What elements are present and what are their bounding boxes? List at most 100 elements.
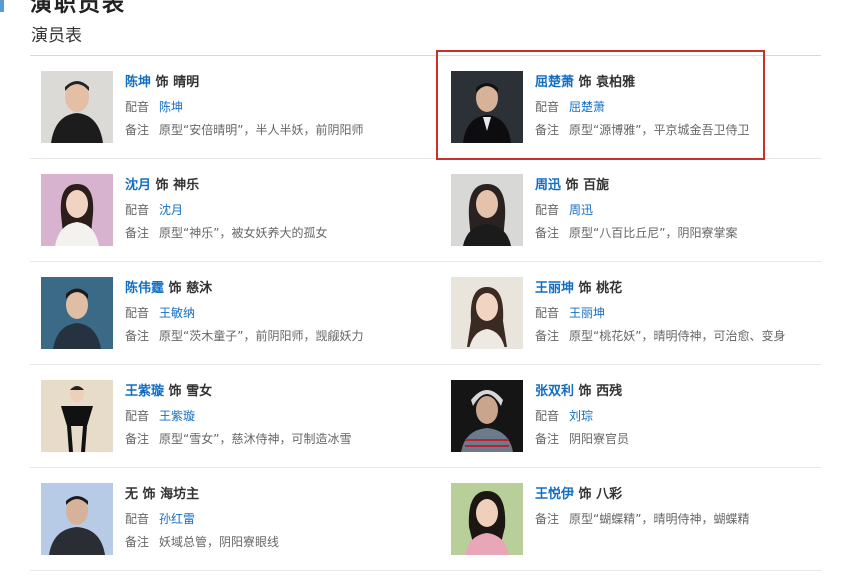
note-line: 备注 原型“茨木童子”，前阴阳师，觊觎妖力 xyxy=(125,327,425,345)
note-line: 备注 原型“神乐”，被女妖养大的孤女 xyxy=(125,224,425,242)
voice-actor-link[interactable]: 孙红雷 xyxy=(159,512,195,526)
actor-photo[interactable] xyxy=(451,483,523,555)
note-line: 备注 原型“蝴蝶精”，晴明侍神，蝴蝶精 xyxy=(535,510,835,528)
voice-line: 配音 刘琮 xyxy=(535,407,835,425)
voice-line: 配音 沈月 xyxy=(125,201,425,219)
note-line: 备注 阴阳寮官员 xyxy=(535,430,835,448)
note-text: 原型“蝴蝶精”，晴明侍神，蝴蝶精 xyxy=(569,512,750,526)
actor-name: 无 xyxy=(125,487,139,502)
voice-line: 配音 孙红雷 xyxy=(125,510,425,528)
note-line: 备注 妖域总管，阴阳寮眼线 xyxy=(125,533,425,551)
highlight-box xyxy=(436,50,765,160)
section-title: 演员表 xyxy=(31,26,82,46)
actor-photo[interactable] xyxy=(451,380,523,452)
actor-link[interactable]: 周迅 xyxy=(535,178,561,193)
voice-label: 配音 xyxy=(125,203,150,217)
actor-photo[interactable] xyxy=(451,174,523,246)
cast-line: 王悦伊 饰 八彩 xyxy=(535,485,835,505)
note-line: 备注 原型“雪女”，慈沐侍神，可制造冰雪 xyxy=(125,430,425,448)
cast-card: 张双利 饰 西残 配音 刘琮 备注 阴阳寮官员 xyxy=(451,380,791,460)
role-name: 百旎 xyxy=(583,178,610,193)
voice-line: 配音 王紫璇 xyxy=(125,407,425,425)
row-divider xyxy=(30,261,821,262)
as-text: 饰 xyxy=(168,281,182,296)
voice-label: 配音 xyxy=(125,409,150,423)
note-label: 备注 xyxy=(125,329,150,343)
cast-line: 王紫璇 饰 雪女 xyxy=(125,382,425,402)
cast-card: 王紫璇 饰 雪女 配音 王紫璇 备注 原型“雪女”，慈沐侍神，可制造冰雪 xyxy=(41,380,381,460)
cast-card: 沈月 饰 神乐 配音 沈月 备注 原型“神乐”，被女妖养大的孤女 xyxy=(41,174,381,254)
note-line: 备注 原型“八百比丘尼”，阴阳寮掌案 xyxy=(535,224,835,242)
role-name: 西残 xyxy=(596,384,623,399)
actor-link[interactable]: 王悦伊 xyxy=(535,487,574,502)
note-line: 备注 原型“桃花妖”，晴明侍神，可治愈、变身 xyxy=(535,327,835,345)
voice-label: 配音 xyxy=(535,306,560,320)
as-text: 饰 xyxy=(565,178,579,193)
cast-card: 无 饰 海坊主 配音 孙红雷 备注 妖域总管，阴阳寮眼线 xyxy=(41,483,381,563)
note-text: 原型“神乐”，被女妖养大的孤女 xyxy=(159,226,328,240)
voice-actor-link[interactable]: 王敏纳 xyxy=(159,306,195,320)
as-text: 饰 xyxy=(142,487,156,502)
voice-line: 配音 王敏纳 xyxy=(125,304,425,322)
note-label: 备注 xyxy=(125,432,150,446)
actor-link[interactable]: 王丽坤 xyxy=(535,281,574,296)
row-divider xyxy=(30,467,821,468)
note-label: 备注 xyxy=(535,512,560,526)
cast-line: 陈伟霆 饰 慈沐 xyxy=(125,279,425,299)
actor-link[interactable]: 张双利 xyxy=(535,384,574,399)
as-text: 饰 xyxy=(578,384,592,399)
page-title: 演职员表 xyxy=(30,0,127,17)
note-label: 备注 xyxy=(125,123,150,137)
role-name: 桃花 xyxy=(596,281,623,296)
voice-label: 配音 xyxy=(535,203,560,217)
actor-link[interactable]: 陈坤 xyxy=(125,75,151,90)
voice-label: 配音 xyxy=(125,100,150,114)
actor-photo[interactable] xyxy=(41,277,113,349)
role-name: 雪女 xyxy=(186,384,213,399)
role-name: 八彩 xyxy=(596,487,623,502)
cast-line: 陈坤 饰 晴明 xyxy=(125,73,425,93)
voice-actor-link[interactable]: 王紫璇 xyxy=(159,409,195,423)
cast-card: 周迅 饰 百旎 配音 周迅 备注 原型“八百比丘尼”，阴阳寮掌案 xyxy=(451,174,791,254)
cast-line: 沈月 饰 神乐 xyxy=(125,176,425,196)
actor-link[interactable]: 王紫璇 xyxy=(125,384,164,399)
note-text: 原型“桃花妖”，晴明侍神，可治愈、变身 xyxy=(569,329,786,343)
row-divider xyxy=(30,570,821,571)
actor-photo[interactable] xyxy=(41,174,113,246)
actor-link[interactable]: 陈伟霆 xyxy=(125,281,164,296)
cast-card: 陈坤 饰 晴明 配音 陈坤 备注 原型“安倍晴明”，半人半妖，前阴阳师 xyxy=(41,71,381,151)
as-text: 饰 xyxy=(578,281,592,296)
note-text: 原型“八百比丘尼”，阴阳寮掌案 xyxy=(569,226,738,240)
note-text: 阴阳寮官员 xyxy=(569,432,630,446)
actor-photo[interactable] xyxy=(451,277,523,349)
voice-actor-link[interactable]: 沈月 xyxy=(159,203,183,217)
voice-label: 配音 xyxy=(125,306,150,320)
note-label: 备注 xyxy=(535,432,560,446)
actor-photo[interactable] xyxy=(41,483,113,555)
cast-card: 陈伟霆 饰 慈沐 配音 王敏纳 备注 原型“茨木童子”，前阴阳师，觊觎妖力 xyxy=(41,277,381,357)
voice-actor-link[interactable]: 王丽坤 xyxy=(569,306,605,320)
voice-label: 配音 xyxy=(535,409,560,423)
note-text: 原型“茨木童子”，前阴阳师，觊觎妖力 xyxy=(159,329,364,343)
cast-line: 周迅 饰 百旎 xyxy=(535,176,835,196)
note-text: 原型“安倍晴明”，半人半妖，前阴阳师 xyxy=(159,123,364,137)
voice-actor-link[interactable]: 周迅 xyxy=(569,203,593,217)
cast-line: 王丽坤 饰 桃花 xyxy=(535,279,835,299)
note-text: 原型“雪女”，慈沐侍神，可制造冰雪 xyxy=(159,432,352,446)
note-label: 备注 xyxy=(535,226,560,240)
section-accent-bar xyxy=(0,0,4,12)
cast-card: 王悦伊 饰 八彩 备注 原型“蝴蝶精”，晴明侍神，蝴蝶精 xyxy=(451,483,791,563)
voice-actor-link[interactable]: 陈坤 xyxy=(159,100,183,114)
actor-photo[interactable] xyxy=(41,380,113,452)
actor-link[interactable]: 沈月 xyxy=(125,178,151,193)
row-divider xyxy=(30,364,821,365)
role-name: 神乐 xyxy=(173,178,200,193)
role-name: 海坊主 xyxy=(160,487,200,502)
voice-line: 配音 周迅 xyxy=(535,201,835,219)
actor-photo[interactable] xyxy=(41,71,113,143)
as-text: 饰 xyxy=(168,384,182,399)
note-label: 备注 xyxy=(125,226,150,240)
voice-actor-link[interactable]: 刘琮 xyxy=(569,409,593,423)
cast-line: 无 饰 海坊主 xyxy=(125,485,425,505)
voice-line: 配音 王丽坤 xyxy=(535,304,835,322)
